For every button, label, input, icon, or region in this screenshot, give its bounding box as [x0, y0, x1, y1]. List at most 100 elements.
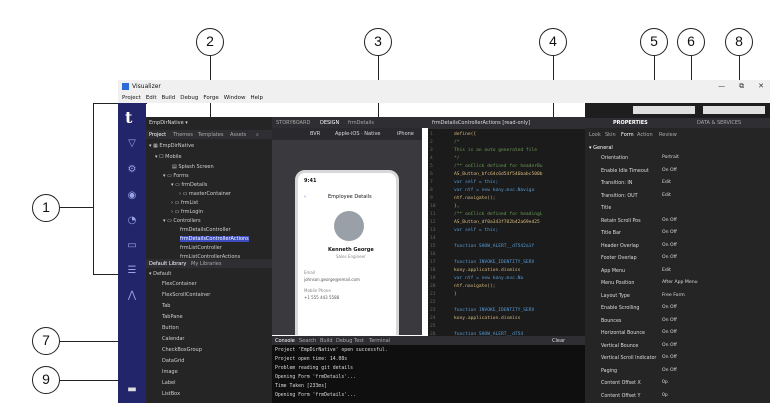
settings-icon[interactable]: ⚙: [126, 165, 138, 175]
tab-storyboard[interactable]: STORYBOARD: [276, 120, 310, 126]
code-editor[interactable]: 1 define({2 /* 3 This is an auto generated…: [428, 129, 585, 336]
widget-item[interactable]: CheckBoxGroup: [162, 347, 202, 353]
chat-icon[interactable]: ▬: [126, 385, 138, 395]
menu-build[interactable]: Build: [161, 93, 175, 103]
property-value[interactable]: 0p: [662, 380, 668, 385]
minimize-button[interactable]: —: [718, 80, 725, 93]
tab-review[interactable]: Review: [659, 132, 677, 138]
user-field[interactable]: [703, 106, 765, 114]
tab-terminal[interactable]: Terminal: [369, 338, 390, 344]
tab-default-library[interactable]: Default Library: [149, 261, 186, 267]
tree-item[interactable]: ▾ ▭ Forms: [163, 173, 189, 179]
widget-item[interactable]: ListBox: [162, 391, 180, 397]
tab-frmdetails[interactable]: frmDetails: [348, 120, 374, 126]
menu-forge[interactable]: Forge: [203, 93, 218, 103]
widget-item[interactable]: TabPane: [162, 314, 183, 320]
restore-button[interactable]: ⧉: [739, 80, 744, 93]
property-value[interactable]: Edit: [662, 268, 671, 273]
clear-button[interactable]: Clear: [552, 338, 565, 344]
widget-item[interactable]: Image: [162, 369, 178, 375]
editor-tab[interactable]: frmDetailsControllerActions [read-only]: [432, 120, 530, 126]
tab-assets[interactable]: Assets: [230, 132, 246, 138]
tree-item[interactable]: › ▭ frmList: [171, 200, 198, 206]
cloud-field[interactable]: [633, 106, 695, 114]
property-value[interactable]: After App Menu: [662, 280, 698, 285]
property-value[interactable]: On Off: [662, 255, 677, 260]
tab-debug[interactable]: Debug: [336, 338, 352, 344]
employee-name: Kenneth George: [328, 247, 374, 253]
widget-item[interactable]: Button: [162, 325, 179, 331]
tree-item[interactable]: ▤ Splash Screen: [172, 164, 214, 170]
tab-test[interactable]: Test: [354, 338, 364, 344]
tab-action[interactable]: Action: [637, 132, 653, 138]
property-value[interactable]: Edit: [662, 180, 671, 185]
widget-item[interactable]: Tab: [162, 303, 170, 309]
tree-item[interactable]: › ▭ frmLogin: [171, 209, 203, 215]
widget-item[interactable]: DataGrid: [162, 358, 184, 364]
property-value[interactable]: On Off: [662, 318, 677, 323]
tree-item[interactable]: ▾ ▭ frmDetails: [171, 182, 207, 188]
tab-properties[interactable]: PROPERTIES: [613, 120, 648, 126]
property-value[interactable]: 0p: [662, 393, 668, 398]
console-line: Opening Form 'frmDetails'...: [275, 375, 356, 380]
tree-item[interactable]: ▾ ☐ Mobile: [155, 154, 182, 160]
tree-item[interactable]: frmDetailsController: [180, 227, 231, 233]
tree-item[interactable]: › ▭ masterContainer: [179, 191, 231, 197]
property-value[interactable]: Edit: [662, 193, 671, 198]
props-section[interactable]: ▾ General: [589, 145, 613, 151]
property-value[interactable]: On Off: [662, 305, 677, 310]
tree-item[interactable]: ▾ ▭ Controllers: [163, 218, 201, 224]
close-button[interactable]: ✕: [758, 80, 764, 93]
tree-item[interactable]: frmListController: [180, 245, 222, 251]
widget-item[interactable]: Label: [162, 380, 176, 386]
library-section[interactable]: ▾ Default: [149, 271, 171, 277]
property-value[interactable]: On Off: [662, 343, 677, 348]
tab-skin[interactable]: Skin: [605, 132, 616, 138]
menu-project[interactable]: Project: [122, 93, 141, 103]
preview-icon[interactable]: ◉: [126, 191, 138, 201]
property-value[interactable]: On Off: [662, 230, 677, 235]
widget-item[interactable]: FlexScrollContainer: [162, 292, 210, 298]
widget-item[interactable]: FlexContainer: [162, 281, 197, 287]
back-icon[interactable]: ‹: [304, 194, 306, 200]
menu-help[interactable]: Help: [250, 93, 263, 103]
tab-my-libraries[interactable]: My Libraries: [191, 261, 221, 267]
menu-debug[interactable]: Debug: [180, 93, 198, 103]
toolbar-bvr[interactable]: BVR: [310, 131, 320, 137]
tab-build[interactable]: Build: [320, 338, 333, 344]
property-value[interactable]: On Off: [662, 168, 677, 173]
property-value[interactable]: On Off: [662, 368, 677, 373]
tab-project[interactable]: Project: [149, 132, 166, 138]
menu-window[interactable]: Window: [224, 93, 246, 103]
code-line: var ntf = new kony.mvc.Na: [454, 276, 524, 281]
property-value[interactable]: On Off: [662, 218, 677, 223]
project-selector[interactable]: EmpDirNative ▾: [149, 120, 188, 126]
visualizer-icon[interactable]: ▽: [126, 139, 138, 149]
tab-form[interactable]: Form: [621, 132, 634, 138]
search-icon[interactable]: ⌕: [256, 132, 259, 138]
widget-item[interactable]: Calendar: [162, 336, 184, 342]
pages-icon[interactable]: ☰: [126, 266, 138, 276]
tree-item-selected[interactable]: frmDetailsControllerActions: [180, 236, 249, 242]
tab-console[interactable]: Console: [275, 338, 295, 344]
tab-look[interactable]: Look: [589, 132, 601, 138]
property-value[interactable]: Free Form: [662, 293, 685, 298]
tab-design[interactable]: DESIGN: [320, 120, 339, 126]
performance-icon[interactable]: ◔: [126, 216, 138, 226]
menu-edit[interactable]: Edit: [146, 93, 157, 103]
platform-select[interactable]: Apple-iOS · Native: [335, 131, 381, 137]
property-value[interactable]: On Off: [662, 355, 677, 360]
graph-icon[interactable]: ⋀: [126, 291, 138, 301]
property-value[interactable]: On Off: [662, 243, 677, 248]
property-value[interactable]: On Off: [662, 330, 677, 335]
editor-tabbar: frmDetailsControllerActions [read-only]: [428, 117, 585, 129]
tab-data-services[interactable]: DATA & SERVICES: [697, 120, 741, 126]
layout-icon[interactable]: ▭: [126, 241, 138, 251]
tree-item[interactable]: ▾ ▦ EmpDirNative: [149, 143, 194, 149]
property-value[interactable]: Portrait: [662, 155, 679, 160]
tab-search[interactable]: Search: [299, 338, 316, 344]
property-row: Retain Scroll Pos On Off: [585, 217, 770, 227]
tab-templates[interactable]: Templates: [198, 132, 223, 138]
tab-themes[interactable]: Themes: [173, 132, 193, 138]
device-select[interactable]: iPhone: [397, 131, 414, 137]
